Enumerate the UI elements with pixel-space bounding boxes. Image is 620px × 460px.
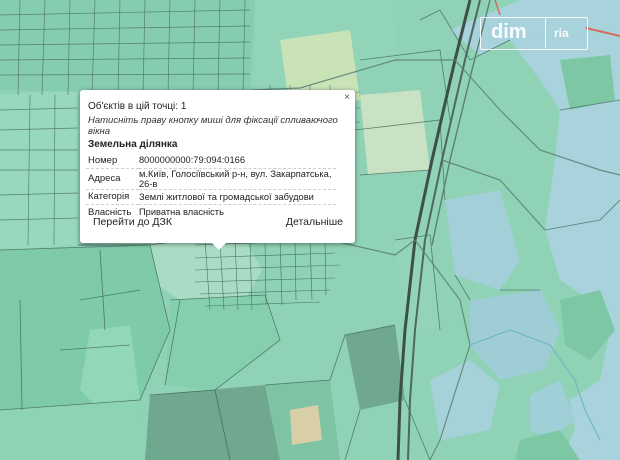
dimria-logo: dim ria xyxy=(480,17,588,50)
property-value: Землі житлової та громадської забудови xyxy=(139,189,336,205)
property-value: 8000000000:79:094:0166 xyxy=(139,153,336,169)
popup-hint: Натисніть праву кнопку миші для фіксації… xyxy=(88,115,338,137)
parcel-info-popup: × Об'єктів в цій точці: 1 Натисніть прав… xyxy=(80,90,355,250)
logo-right-panel: ria xyxy=(545,18,587,48)
close-icon[interactable]: × xyxy=(344,92,350,104)
property-key: Адреса xyxy=(86,168,139,190)
property-row: Адреса м.Київ, Голосіївський р-н, вул. З… xyxy=(86,168,336,190)
property-value: м.Київ, Голосіївський р-н, вул. Закарпат… xyxy=(139,168,336,190)
logo-text-left: dim xyxy=(491,21,527,43)
property-key: Номер xyxy=(86,153,139,169)
objects-count: Об'єктів в цій точці: 1 xyxy=(88,101,187,112)
property-row: Номер 8000000000:79:094:0166 xyxy=(86,153,336,169)
sand-area xyxy=(290,405,322,445)
parcel-properties: Номер 8000000000:79:094:0166 Адреса м.Ки… xyxy=(86,153,336,220)
go-to-dzk-link[interactable]: Перейти до ДЗК xyxy=(93,216,172,228)
property-key: Категорія xyxy=(86,189,139,205)
details-link[interactable]: Детальніше xyxy=(286,216,343,228)
property-row: Категорія Землі житлової та громадської … xyxy=(86,189,336,205)
logo-text-right: ria xyxy=(554,26,569,40)
section-title: Земельна ділянка xyxy=(88,139,178,150)
